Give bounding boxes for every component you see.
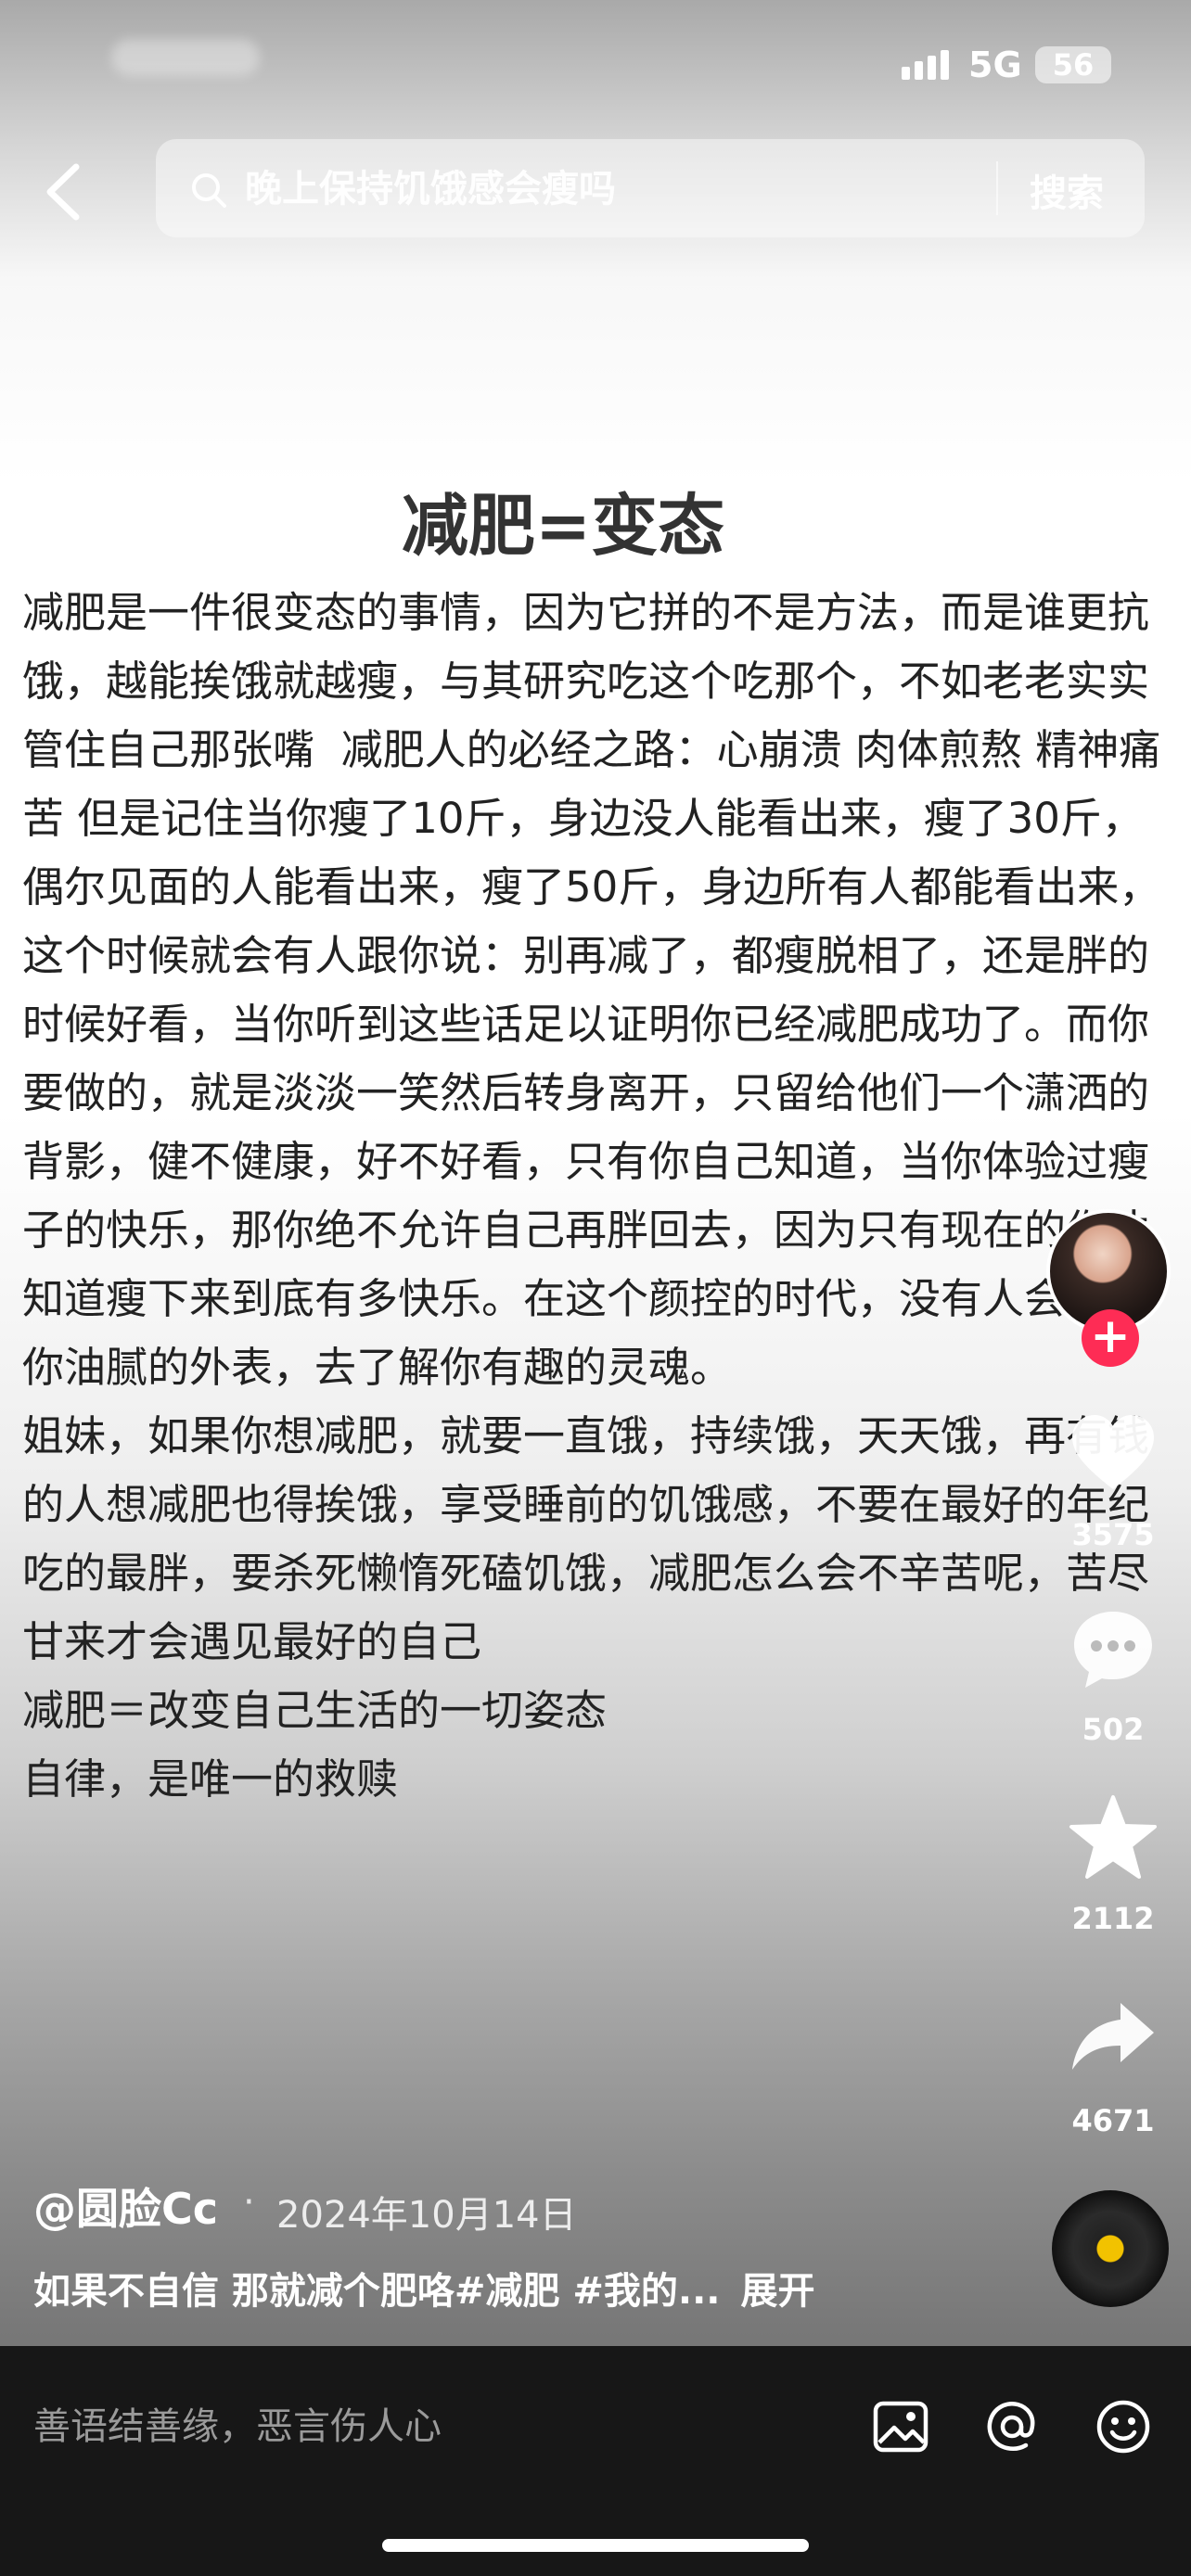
meta-separator: · bbox=[243, 2181, 255, 2224]
status-bar-time bbox=[111, 39, 260, 76]
network-type: 5G bbox=[968, 45, 1022, 85]
star-icon[interactable] bbox=[1067, 1792, 1159, 1884]
search-input[interactable] bbox=[245, 161, 978, 217]
share-count: 4671 bbox=[1071, 2103, 1155, 2138]
caption-text: 如果不自信 那就减个肥咯#减肥 #我的... bbox=[33, 2270, 721, 2313]
comment-icon[interactable] bbox=[1067, 1602, 1159, 1695]
battery-icon: 56 bbox=[1035, 46, 1111, 83]
expand-button[interactable]: 展开 bbox=[740, 2270, 814, 2313]
search-button[interactable]: 搜索 bbox=[1030, 163, 1104, 217]
article-body: 减肥是一件很变态的事情，因为它拼的不是方法，而是谁更抗饿，越能挨饿就越瘦，与其研… bbox=[22, 579, 1172, 1814]
article-paragraph: 姐妹，如果你想减肥，就要一直饿，持续饿，天天饿，再有钱的人想减肥也得挨饿，享受睡… bbox=[22, 1411, 1150, 1666]
music-disc-icon[interactable] bbox=[1052, 2190, 1169, 2307]
emoji-icon[interactable] bbox=[1093, 2396, 1154, 2457]
follow-button[interactable]: + bbox=[1082, 1309, 1139, 1367]
signal-icon bbox=[902, 50, 949, 80]
article-paragraph: 减肥是一件很变态的事情，因为它拼的不是方法，而是谁更抗饿，越能挨饿就越瘦，与其研… bbox=[22, 588, 1161, 1392]
battery-level: 56 bbox=[1052, 47, 1095, 83]
heart-icon[interactable] bbox=[1067, 1408, 1159, 1500]
article-paragraph: 减肥＝改变自己生活的一切姿态 bbox=[22, 1686, 608, 1735]
favorite-count: 2112 bbox=[1071, 1901, 1155, 1936]
search-icon bbox=[192, 173, 226, 208]
post-date: 2024年10月14日 bbox=[276, 2194, 577, 2237]
article-title: 减肥=变态 bbox=[401, 487, 725, 565]
post-caption[interactable]: 如果不自信 那就减个肥咯#减肥 #我的... 展开 bbox=[33, 2261, 814, 2315]
author-name[interactable]: @圆脸Cc bbox=[33, 2175, 218, 2237]
comment-count: 502 bbox=[1082, 1712, 1145, 1747]
comment-input[interactable] bbox=[33, 2394, 850, 2459]
home-indicator[interactable] bbox=[382, 2539, 809, 2552]
image-icon[interactable] bbox=[870, 2396, 931, 2457]
share-icon[interactable] bbox=[1067, 1990, 1159, 2083]
like-count: 3575 bbox=[1071, 1517, 1155, 1552]
article-paragraph: 自律，是唯一的救赎 bbox=[22, 1754, 399, 1804]
search-divider bbox=[996, 161, 998, 215]
back-arrow-icon[interactable] bbox=[35, 159, 91, 224]
mention-icon[interactable] bbox=[981, 2396, 1043, 2457]
